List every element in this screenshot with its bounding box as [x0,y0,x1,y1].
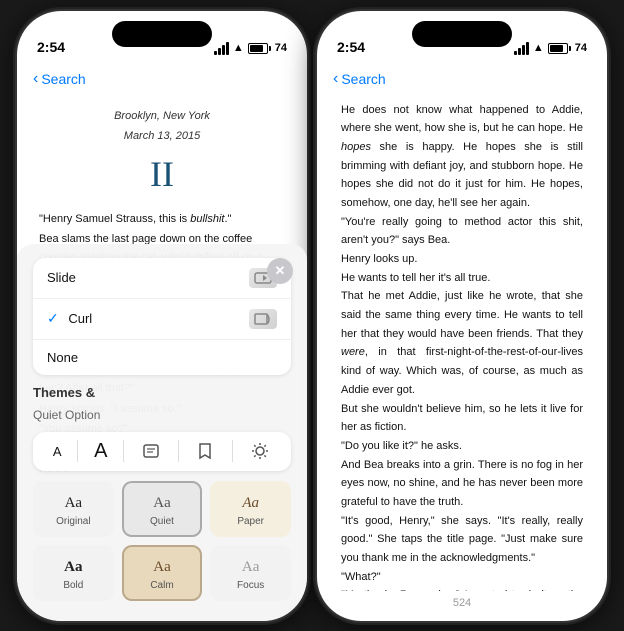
right-para-5: But she wouldn't believe him, so he lets… [341,400,583,437]
right-para-1: "You're really going to method actor thi… [341,213,583,250]
theme-name-calm: Calm [150,580,173,591]
theme-bold[interactable]: Aa Bold [33,545,114,601]
bookmark-icon[interactable] [194,440,216,462]
close-button[interactable]: ✕ [267,258,293,284]
divider-1 [77,440,78,462]
right-para-2: Henry looks up. [341,250,583,269]
theme-focus[interactable]: Aa Focus [210,545,291,601]
chapter-num: II [39,145,285,204]
book-location: Brooklyn, New York [39,107,285,125]
theme-preview-original: Aa [65,495,83,512]
back-label-right: Search [341,71,385,87]
divider-3 [178,440,179,462]
signal-icon-right [514,42,529,55]
theme-name-original: Original [56,516,90,527]
theme-preview-focus: Aa [242,559,260,576]
quiet-label: Quiet Option [33,408,291,422]
right-para-4: That he met Addie, just like he wrote, t… [341,287,583,399]
overlay-panel: ✕ Slide ✓ Curl [17,244,307,621]
font-decrease-button[interactable]: A [53,444,62,459]
battery-icon-right [548,43,571,54]
nav-bar-left: ‹ Search [17,61,307,97]
menu-item-curl[interactable]: ✓ Curl [33,299,291,340]
menu-label-none: None [47,350,78,365]
theme-calm[interactable]: Aa Calm [122,545,203,601]
theme-preview-bold: Aa [64,559,82,576]
slide-menu: Slide ✓ Curl None [33,258,291,375]
divider-2 [123,440,124,462]
wifi-icon: ▲ [233,42,244,54]
menu-label-slide: Slide [47,270,76,285]
right-para-6: "Do you like it?" he asks. [341,437,583,456]
right-para-0: He does not know what happened to Addie,… [341,101,583,213]
battery-pct-right: 74 [575,42,587,54]
back-label-left: Search [41,71,85,87]
themes-label: Themes & [33,385,95,400]
theme-preview-quiet: Aa [153,495,171,512]
back-chevron-right: ‹ [333,70,338,88]
brightness-icon[interactable] [249,440,271,462]
theme-name-quiet: Quiet [150,516,174,527]
right-para-8: "It's good, Henry," she says. "It's real… [341,512,583,568]
phones-container: 2:54 ▲ 74 ‹ [17,11,607,621]
time-right: 2:54 [337,39,365,55]
theme-name-paper: Paper [237,516,264,527]
theme-grid: Aa Original Aa Quiet Aa Paper Aa Bold Aa [33,481,291,601]
font-increase-button[interactable]: A [94,440,107,463]
status-icons-left: ▲ 74 [214,42,287,55]
nav-bar-right: ‹ Search [317,61,607,97]
book-para-0: "Henry Samuel Strauss, this is bullshit.… [39,210,285,228]
battery-pct-left: 74 [275,42,287,54]
dynamic-island [112,21,212,47]
theme-name-focus: Focus [237,580,264,591]
right-para-10: "My thesis. Remember? I wanted to do it … [341,586,583,590]
menu-item-slide[interactable]: Slide [33,258,291,299]
page-number: 524 [453,597,471,609]
curl-item-right [249,309,277,329]
time-left: 2:54 [37,39,65,55]
theme-original[interactable]: Aa Original [33,481,114,537]
curl-icon [249,309,277,329]
status-icons-right: ▲ 74 [514,42,587,55]
left-phone: 2:54 ▲ 74 ‹ [17,11,307,621]
wifi-icon-right: ▲ [533,42,544,54]
back-button-right[interactable]: ‹ Search [333,70,386,88]
checkmark-icon: ✓ [47,310,59,326]
back-button-left[interactable]: ‹ Search [33,70,86,88]
menu-item-none[interactable]: None [33,340,291,375]
right-para-9: "What?" [341,568,583,587]
theme-paper[interactable]: Aa Paper [210,481,291,537]
battery-icon [248,43,271,54]
theme-name-bold: Bold [63,580,83,591]
right-para-7: And Bea breaks into a grin. There is no … [341,456,583,512]
dynamic-island-right [412,21,512,47]
right-phone: 2:54 ▲ 74 ‹ [317,11,607,621]
signal-icon [214,42,229,55]
theme-quiet[interactable]: Aa Quiet [122,481,203,537]
right-para-3: He wants to tell her it's all true. [341,269,583,288]
book-location2: March 13, 2015 [39,127,285,145]
theme-preview-paper: Aa [242,495,259,512]
back-chevron-left: ‹ [33,70,38,88]
font-style-icon[interactable] [140,440,162,462]
divider-4 [232,440,233,462]
font-toolbar: A A [33,432,291,471]
theme-preview-calm: Aa [153,559,171,576]
book-content-right: He does not know what happened to Addie,… [317,97,607,591]
menu-label-curl: ✓ Curl [47,310,92,327]
